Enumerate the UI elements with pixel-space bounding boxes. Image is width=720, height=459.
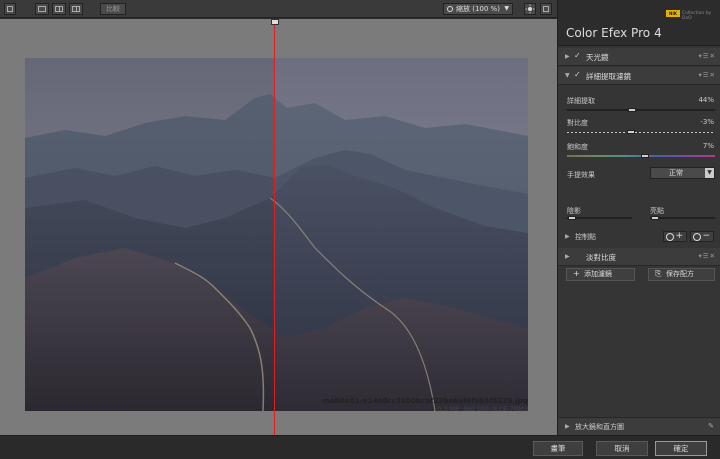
compare-button[interactable]: 比較 (100, 3, 126, 15)
zoom-dropdown[interactable]: 縮放 (100 %) ▼ (443, 3, 513, 15)
add-positive-control-point-button[interactable]: + (663, 231, 687, 242)
filter-panel: NIK Collection by DxO Color Efex Pro 4 ▶ … (557, 0, 720, 435)
preview-image[interactable] (25, 58, 528, 411)
chevron-right-icon[interactable]: ▶ (565, 53, 570, 60)
brand-header: NIK Collection by DxO Color Efex Pro 4 (558, 0, 720, 46)
single-view-icon[interactable] (35, 3, 49, 15)
split-view-icon[interactable] (52, 3, 66, 15)
slider-thumb[interactable] (641, 154, 650, 158)
filter-row-detail-extractor[interactable]: ▼ ✓ 詳細提取濾鏡 ▾☰✕ (558, 67, 720, 85)
slider-value-contrast: -3% (700, 118, 714, 126)
slider-label-contrast: 對比度 (567, 119, 588, 127)
contrast-slider[interactable] (567, 132, 715, 133)
top-toolbar: 比較 縮放 (100 %) ▼ (0, 0, 557, 18)
background-light-icon[interactable] (524, 3, 536, 15)
filter-enable-checkbox[interactable]: ✓ (574, 51, 581, 60)
slider-value-saturation: 7% (702, 142, 714, 150)
save-recipe-button[interactable]: ⎘ 保存配方 (648, 268, 715, 281)
add-filter-label: 添加濾鏡 (584, 270, 612, 278)
detail-slider[interactable] (567, 109, 715, 111)
filter-label: 詳細提取濾鏡 (586, 72, 631, 81)
browser-toggle-icon[interactable] (4, 3, 16, 15)
brand-title: Color Efex Pro 4 (566, 26, 662, 40)
preview-canvas: mobile01-e14e0cc2ab0bcaf22be6af6fab5f522… (0, 19, 557, 435)
magnifier-icon (447, 6, 453, 12)
plus-icon: + (675, 231, 683, 241)
plus-icon: + (573, 269, 580, 278)
brush-button[interactable]: 畫筆 (533, 441, 583, 456)
color-efex-window: 比較 縮放 (100 %) ▼ mobile01-e14e0cc2ab0bcaf… (0, 0, 720, 459)
filter-label: 淡對比度 (586, 253, 616, 262)
nik-logo: NIK (666, 10, 680, 17)
chevron-down-icon: ▼ (705, 168, 714, 178)
slider-thumb[interactable] (626, 130, 635, 134)
chevron-down-icon[interactable]: ▼ (565, 72, 570, 79)
method-select[interactable]: 正常 ▼ (650, 167, 715, 179)
loupe-label: 放大鏡和直方圖 (575, 423, 624, 431)
slider-label-saturation: 飽和度 (567, 143, 588, 151)
filter-enable-checkbox[interactable]: ✓ (574, 70, 581, 79)
side-by-side-view-icon[interactable] (69, 3, 83, 15)
shadows-slider[interactable] (567, 217, 632, 219)
filter-options-icon[interactable]: ▾☰✕ (698, 71, 716, 79)
highlights-label: 亮點 (650, 207, 664, 215)
loupe-histogram-row[interactable]: ▶ 放大鏡和直方圖 ✎ (558, 417, 720, 435)
file-meta: 0.3 MP, ISO 100, ILCE-7RM3 (437, 405, 528, 413)
method-label: 手提效果 (567, 171, 595, 179)
save-icon: ⎘ (655, 269, 662, 278)
slider-value-detail: 44% (698, 96, 714, 104)
chevron-right-icon[interactable]: ▶ (565, 233, 570, 240)
filter-options-icon[interactable]: ▾☰✕ (698, 252, 716, 260)
filter-row-tonal-contrast[interactable]: ▶ 淡對比度 ▾☰✕ (558, 248, 720, 266)
control-points-label: 控制點 (575, 233, 596, 241)
save-recipe-label: 保存配方 (666, 270, 694, 278)
chevron-right-icon[interactable]: ▶ (565, 253, 570, 260)
cancel-button[interactable]: 取消 (596, 441, 648, 456)
highlights-slider[interactable] (650, 217, 715, 219)
filter-row-skylight[interactable]: ▶ ✓ 天光鏡 ▾☰✕ (558, 48, 720, 66)
chevron-right-icon[interactable]: ▶ (565, 423, 570, 430)
pin-icon[interactable]: ✎ (708, 422, 714, 430)
filter-label: 天光鏡 (586, 53, 609, 62)
split-handle-icon[interactable] (271, 19, 279, 25)
file-name: mobile01-e14e0cc2ab0bcaf22be6af6fab5f522… (322, 396, 528, 405)
filter-options-icon[interactable]: ▾☰✕ (698, 52, 716, 60)
minus-icon: − (702, 231, 710, 241)
shadows-label: 陰影 (567, 207, 581, 215)
brand-sub: Collection by DxO (682, 11, 712, 21)
slider-thumb[interactable] (628, 108, 637, 112)
slider-thumb[interactable] (568, 216, 576, 220)
add-negative-control-point-button[interactable]: − (690, 231, 714, 242)
slider-label-detail: 詳細提取 (567, 97, 595, 105)
add-filter-button[interactable]: + 添加濾鏡 (566, 268, 635, 281)
chevron-down-icon: ▼ (504, 5, 509, 12)
brand-title-text: Color Efex Pro (566, 26, 651, 40)
zoom-value: 縮放 (100 %) (456, 5, 500, 13)
brand-version: 4 (654, 26, 662, 40)
control-point-icon (666, 233, 674, 241)
method-value: 正常 (669, 169, 683, 177)
split-preview-line[interactable] (274, 19, 275, 435)
bottom-bar: 畫筆 取消 確定 (0, 435, 720, 459)
control-points-row: ▶ 控制點 + − (558, 229, 720, 245)
loupe-toggle-icon[interactable] (540, 3, 552, 15)
control-point-icon (693, 233, 701, 241)
slider-thumb[interactable] (651, 216, 659, 220)
ok-button[interactable]: 確定 (655, 441, 707, 456)
